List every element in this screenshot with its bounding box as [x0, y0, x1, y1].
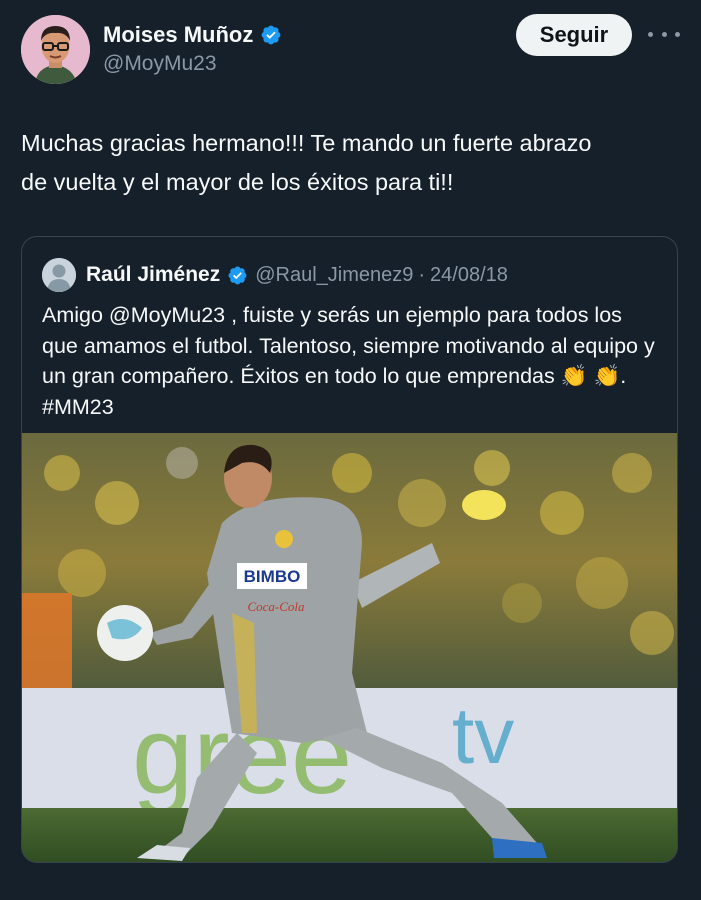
author-display-name[interactable]: Moises Muñoz — [103, 22, 253, 48]
quoted-author-avatar[interactable] — [42, 258, 76, 292]
separator-dot: · — [418, 263, 426, 286]
dot — [661, 31, 667, 37]
avatar-caricature-icon — [21, 15, 90, 84]
quoted-tweet-date[interactable]: 24/08/18 — [430, 264, 508, 287]
quoted-author-handle[interactable]: @Raul_Jimenez9 — [255, 264, 413, 287]
tweet-header: Moises Muñoz @MoyMu23 Seguir — [0, 0, 701, 100]
quoted-tweet-photo[interactable]: tv gree BIMBO Coca-Cola — [22, 433, 677, 862]
follow-button[interactable]: Seguir — [516, 14, 632, 56]
quoted-tweet-header: Raúl Jiménez @Raul_Jimenez9 · 24/08/18 — [42, 257, 508, 293]
more-options-icon[interactable] — [648, 22, 680, 46]
jersey-sponsor: BIMBO — [244, 567, 301, 586]
author-handle[interactable]: @MoyMu23 — [103, 52, 217, 76]
verified-badge-icon — [261, 25, 281, 45]
quoted-author-name[interactable]: Raúl Jiménez — [86, 263, 220, 287]
quoted-tweet-card[interactable]: Raúl Jiménez @Raul_Jimenez9 · 24/08/18 A… — [21, 236, 678, 863]
dot — [648, 31, 653, 37]
tweet-text: Muchas gracias hermano!!! Te mando un fu… — [21, 130, 592, 195]
author-name-row: Moises Muñoz — [103, 20, 282, 50]
quoted-tweet-text: Amigo @MoyMu23 , fuiste y serás un ejemp… — [42, 300, 662, 422]
verified-badge-icon — [228, 266, 247, 284]
clapping-hands-emoji: 👏 👏 — [560, 364, 621, 388]
goalkeeper-photo: tv gree BIMBO Coca-Cola — [22, 433, 677, 862]
default-avatar-icon — [42, 258, 76, 292]
jersey-sub-sponsor: Coca-Cola — [247, 599, 305, 614]
dot — [675, 31, 680, 37]
svg-text:tv: tv — [452, 691, 514, 780]
author-avatar[interactable] — [21, 15, 90, 84]
